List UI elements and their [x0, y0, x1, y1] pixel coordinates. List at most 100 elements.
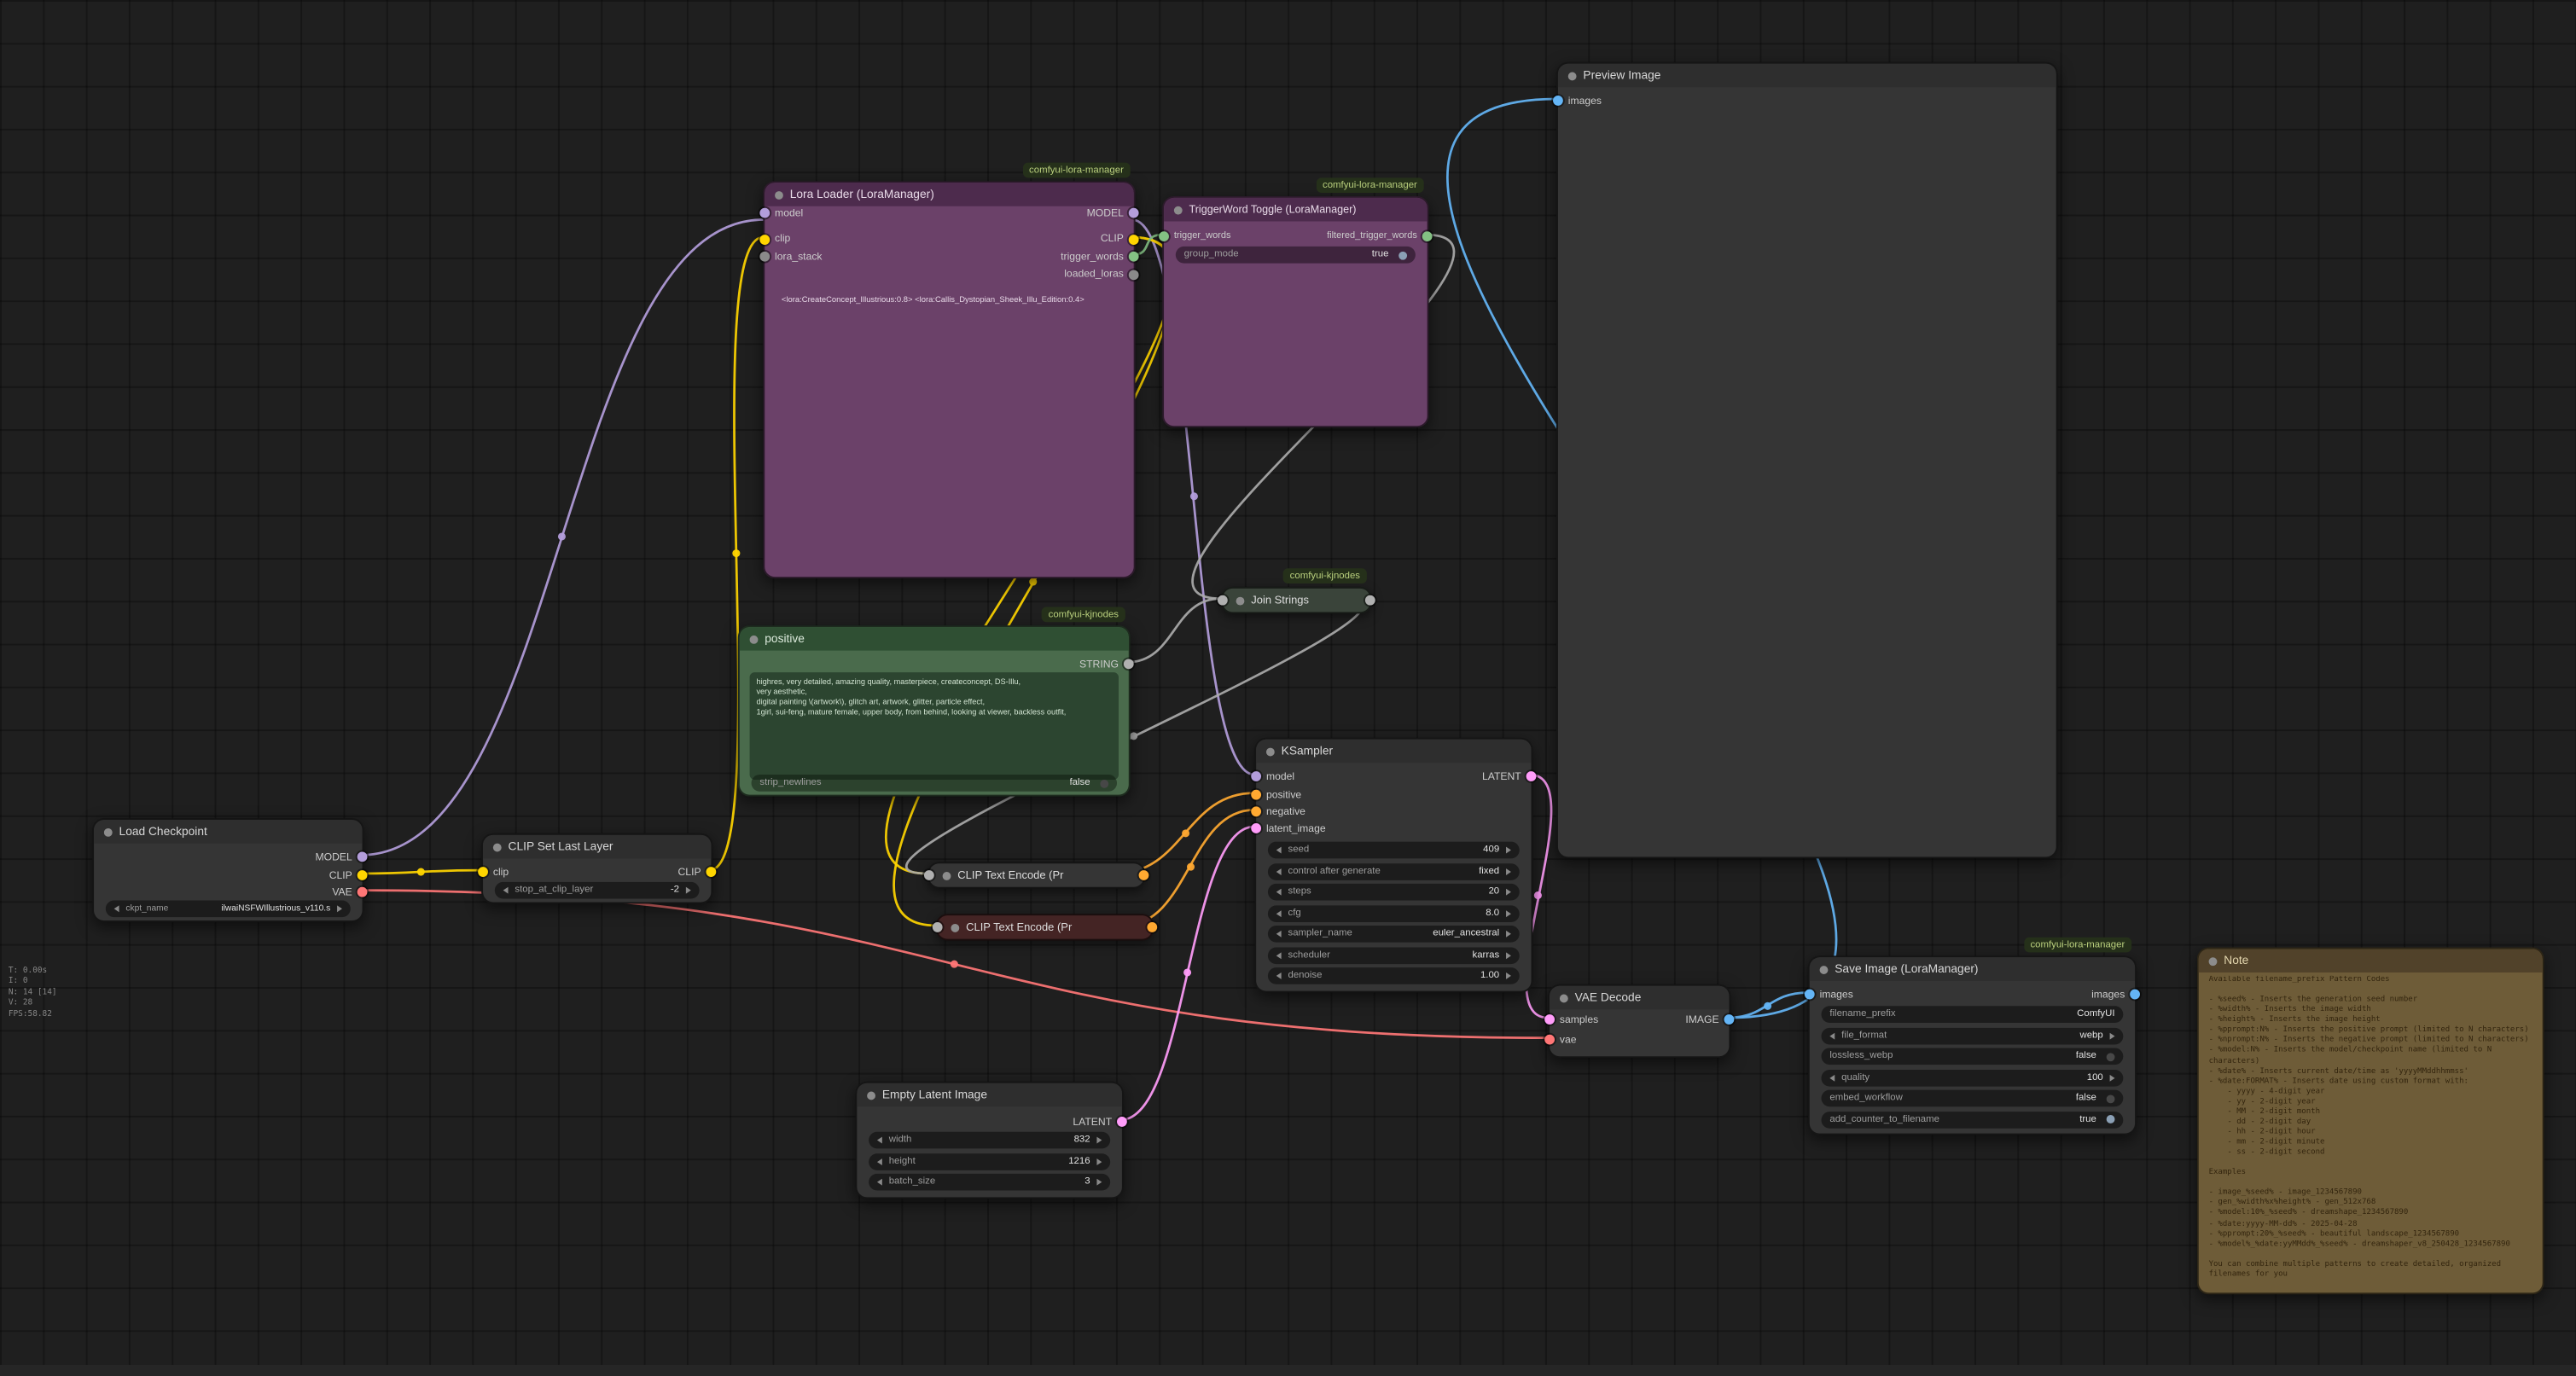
note-textarea[interactable]: Available filename_prefix Pattern Codes …	[2209, 976, 2532, 1285]
graph-canvas[interactable]: Preview Image images comfyui-lora-manage…	[0, 0, 2576, 1376]
node-header[interactable]: positive	[740, 627, 1129, 651]
clip-output-dot-icon[interactable]	[358, 870, 368, 880]
collapse-icon[interactable]	[2209, 956, 2218, 965]
steps-widget[interactable]: steps 20	[1268, 884, 1520, 901]
node-header[interactable]: Save Image (LoraManager)	[1810, 957, 2135, 981]
image-output-dot-icon[interactable]	[1724, 1014, 1735, 1025]
stepper-left-icon[interactable]	[503, 887, 509, 894]
output-slot-images[interactable]: images	[2091, 986, 2135, 1003]
node-header[interactable]: Lora Loader (LoraManager)	[765, 183, 1133, 206]
stepper-left-icon[interactable]	[1276, 847, 1282, 854]
prompt-textarea[interactable]: highres, very detailed, amazing quality,…	[750, 672, 1119, 780]
stepper-left-icon[interactable]	[1829, 1074, 1835, 1081]
latent-input-dot-icon[interactable]	[1251, 823, 1261, 833]
stepper-right-icon[interactable]	[1506, 868, 1511, 874]
image-input-dot-icon[interactable]	[1805, 990, 1815, 1000]
collapse-icon[interactable]	[104, 827, 113, 836]
input-slot-vae[interactable]: vae	[1550, 1031, 1576, 1048]
comfyui-viewport[interactable]: Preview Image images comfyui-lora-manage…	[0, 0, 2576, 1376]
stepper-right-icon[interactable]	[1506, 847, 1511, 854]
file-format-widget[interactable]: file_format webp	[1822, 1027, 2124, 1044]
input-slot-clip[interactable]: clip	[765, 230, 790, 247]
stepper-left-icon[interactable]	[1829, 1032, 1835, 1039]
stepper-left-icon[interactable]	[1276, 868, 1282, 874]
input-slot-samples[interactable]: samples	[1550, 1011, 1598, 1028]
toggle-dot-icon[interactable]	[2107, 1094, 2115, 1102]
lossless-webp-toggle[interactable]: lossless_webp false	[1822, 1048, 2124, 1065]
stepper-right-icon[interactable]	[2110, 1074, 2115, 1081]
stepper-right-icon[interactable]	[1096, 1137, 1102, 1144]
stepper-right-icon[interactable]	[2110, 1032, 2115, 1039]
clip-output-dot-icon[interactable]	[706, 867, 716, 877]
clip-input-dot-icon[interactable]	[759, 234, 770, 244]
ckpt-name-widget[interactable]: ckpt_name ilwaiNSFWIllustrious_v110.s	[106, 900, 351, 917]
node-header[interactable]: KSampler	[1256, 740, 1531, 763]
node-header[interactable]: TriggerWord Toggle (LoraManager)	[1164, 198, 1428, 222]
stepper-right-icon[interactable]	[1506, 889, 1511, 896]
stepper-left-icon[interactable]	[1276, 889, 1282, 896]
stepper-left-icon[interactable]	[1276, 972, 1282, 979]
stepper-right-icon[interactable]	[1506, 972, 1511, 979]
embed-workflow-toggle[interactable]: embed_workflow false	[1822, 1090, 2124, 1107]
node-load-checkpoint[interactable]: Load Checkpoint MODEL CLIP VAE ckpt_name…	[92, 818, 363, 922]
filename-prefix-widget[interactable]: filename_prefix ComfyUI	[1822, 1006, 2124, 1023]
trigger-words-output-dot-icon[interactable]	[1129, 252, 1139, 262]
batch-size-widget[interactable]: batch_size 3	[869, 1174, 1110, 1191]
node-join-strings[interactable]: comfyui-kjnodes Join Strings	[1221, 587, 1372, 613]
node-header[interactable]: VAE Decode	[1550, 986, 1729, 1010]
collapse-icon[interactable]	[750, 635, 759, 643]
output-slot-clip[interactable]: CLIP	[329, 867, 363, 884]
lora-stack-input-dot-icon[interactable]	[759, 252, 770, 262]
string-input-dot-icon[interactable]	[1218, 595, 1228, 606]
node-header[interactable]: Empty Latent Image	[857, 1083, 1122, 1107]
node-vae-decode[interactable]: VAE Decode samples vae IMAGE	[1548, 984, 1730, 1058]
control-after-generate-widget[interactable]: control after generate fixed	[1268, 862, 1520, 880]
output-slot-trigger-words[interactable]: trigger_words	[1061, 248, 1133, 265]
lora-syntax-text[interactable]: <lora:CreateConcept_Illustrious:0.8> <lo…	[782, 297, 1124, 305]
add-counter-toggle[interactable]: add_counter_to_filename true	[1822, 1111, 2124, 1128]
trigger-words-input-dot-icon[interactable]	[1159, 231, 1169, 241]
node-clip-text-encode-negative[interactable]: CLIP Text Encode (Pr	[936, 914, 1154, 940]
clip-input-dot-icon[interactable]	[478, 867, 488, 877]
stepper-left-icon[interactable]	[1276, 931, 1282, 938]
latent-output-dot-icon[interactable]	[1117, 1117, 1127, 1127]
collapse-icon[interactable]	[1568, 72, 1577, 80]
cfg-widget[interactable]: cfg 8.0	[1268, 904, 1520, 921]
height-widget[interactable]: height 1216	[869, 1152, 1110, 1170]
stop-at-clip-layer-widget[interactable]: stop_at_clip_layer -2	[495, 882, 700, 899]
input-slot-images[interactable]: images	[1810, 986, 1853, 1003]
conditioning-output-dot-icon[interactable]	[1139, 870, 1149, 880]
stepper-left-icon[interactable]	[114, 905, 119, 912]
output-slot-loaded-loras[interactable]: loaded_loras	[1064, 266, 1133, 283]
node-triggerword-toggle[interactable]: comfyui-lora-manager TriggerWord Toggle …	[1162, 196, 1429, 427]
collapse-icon[interactable]	[1266, 747, 1275, 756]
collapse-icon[interactable]	[493, 843, 502, 851]
stepper-right-icon[interactable]	[686, 887, 691, 894]
stepper-left-icon[interactable]	[877, 1179, 882, 1186]
clip-input-dot-icon[interactable]	[924, 870, 934, 880]
model-output-dot-icon[interactable]	[1129, 208, 1139, 218]
collapse-icon[interactable]	[775, 190, 783, 199]
conditioning-output-dot-icon[interactable]	[1147, 922, 1157, 932]
model-input-dot-icon[interactable]	[1251, 771, 1261, 781]
model-input-dot-icon[interactable]	[759, 208, 770, 218]
node-clip-text-encode-positive[interactable]: CLIP Text Encode (Pr	[927, 862, 1146, 888]
vae-output-dot-icon[interactable]	[358, 887, 368, 897]
seed-widget[interactable]: seed 409	[1268, 842, 1520, 859]
input-slot-trigger-words[interactable]: trigger_words	[1164, 228, 1230, 245]
scheduler-widget[interactable]: scheduler karras	[1268, 947, 1520, 964]
conditioning-input-dot-icon[interactable]	[1251, 806, 1261, 816]
collapse-icon[interactable]	[1236, 596, 1245, 605]
output-slot-vae[interactable]: VAE	[332, 884, 362, 901]
collapse-icon[interactable]	[1560, 994, 1568, 1002]
node-clip-set-last-layer[interactable]: CLIP Set Last Layer clip CLIP stop_at_cl…	[481, 833, 712, 904]
collapse-icon[interactable]	[1174, 206, 1183, 214]
vae-input-dot-icon[interactable]	[1544, 1035, 1555, 1045]
input-slot-model[interactable]: model	[765, 205, 803, 222]
width-widget[interactable]: width 832	[869, 1132, 1110, 1149]
strip-newlines-toggle[interactable]: strip_newlines false	[752, 775, 1117, 792]
toggle-dot-icon[interactable]	[1398, 251, 1407, 259]
stepper-right-icon[interactable]	[337, 905, 342, 912]
input-slot-negative[interactable]: negative	[1256, 803, 1305, 820]
output-slot-latent[interactable]: LATENT	[1073, 1113, 1122, 1130]
